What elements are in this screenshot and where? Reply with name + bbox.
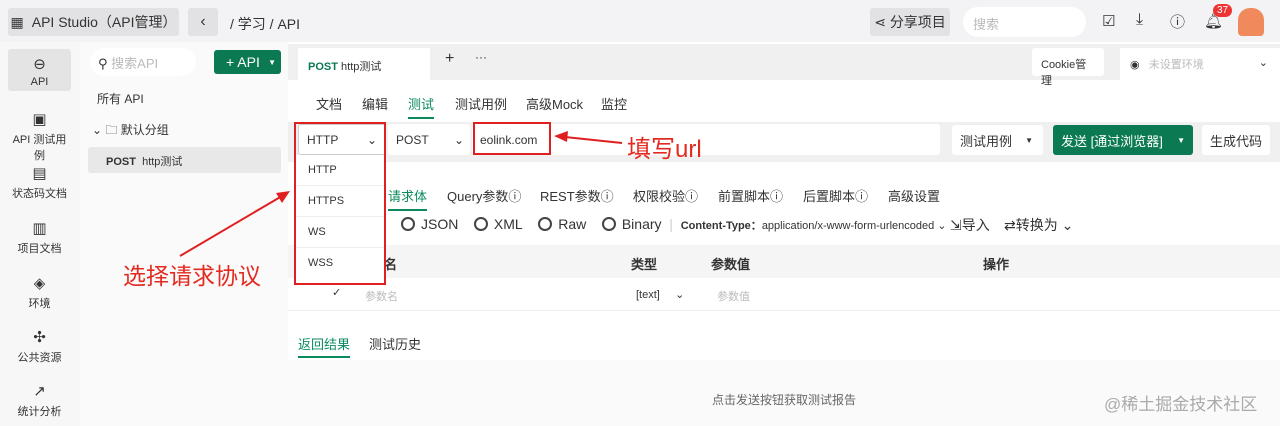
- annotation-protocol: 选择请求协议: [123, 263, 261, 289]
- arrow-head: [276, 191, 290, 203]
- arrow-head: [554, 131, 568, 142]
- arrow-protocol: [179, 195, 283, 257]
- annotation-arrows: [179, 131, 623, 257]
- annotation-url: 填写url: [627, 136, 702, 163]
- watermark: @稀土掘金技术社区: [1104, 395, 1258, 414]
- arrow-url: [564, 136, 623, 144]
